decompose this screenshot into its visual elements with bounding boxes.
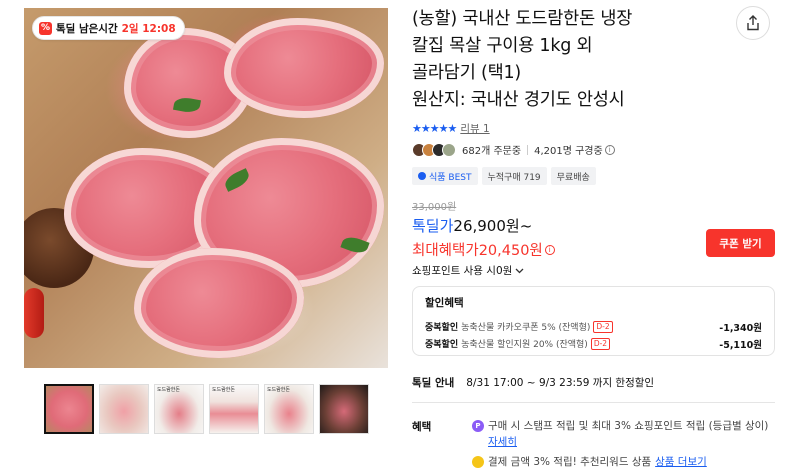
star-rating: ★★★★★ [412,122,457,135]
deal-timer-badge: % 톡딜 남은시간 2일 12:08 [32,16,185,40]
discount-name: 중복할인 [425,340,459,350]
deal-info-label: 톡딜 안내 [412,377,455,389]
review-link[interactable]: 리뷰 1 [460,121,489,136]
avatar [442,142,456,157]
thumbnail-3[interactable]: 도드람한돈 [154,384,204,434]
tag-label: 식품 BEST [429,172,472,183]
deal-timer-value: 2일 12:08 [121,22,176,35]
stats-row: 682개 주문중 4,201명 구경중 i [412,142,615,157]
viewer-count: 4,201명 구경중 [534,146,603,157]
coin-icon [472,455,484,468]
tag-label: 무료배송 [556,172,590,183]
product-origin: 원산지: 국내산 경기도 안성시 [412,90,625,110]
benefit-text: 결제 금액 3% 적립! 추천리워드 상품 [488,456,652,468]
discount-row: 중복할인 농축산물 할인지원 20% (잔액형) D-2 -5,110원 [425,335,762,352]
order-count: 682개 주문중 [462,146,522,157]
detail-link[interactable]: 자세히 [488,436,517,448]
buyer-avatars [412,142,456,157]
product-main-image [24,8,388,368]
tag-cumulative-purchase: 누적구매 719 [481,167,547,185]
rating-row: ★★★★★ 리뷰 1 [412,121,490,136]
points-text: 쇼핑포인트 사용 시0원 [412,265,513,277]
discount-row: 중복할인 농축산물 카카오쿠폰 5% (잔액형) D-2 -1,340원 [425,318,762,335]
point-icon: P [472,420,484,432]
product-title: (농할) 국내산 도드람한돈 냉장 칼집 목살 구이용 1kg 외 골라담기 (… [412,6,712,114]
share-button[interactable] [736,6,770,40]
thumbnail-2[interactable] [99,384,149,434]
discount-name: 중복할인 [425,323,459,333]
chevron-down-icon [515,268,524,273]
share-icon [747,15,759,31]
thumbnail-1[interactable] [44,384,94,434]
thumbnail-5[interactable]: 도드람한돈 [264,384,314,434]
discount-box: 할인혜택 중복할인 농축산물 카카오쿠폰 5% (잔액형) D-2 -1,340… [412,286,775,356]
benefit-reward: 결제 금액 3% 적립! 추천리워드 상품 상품 더보기 [472,454,707,469]
discount-desc: 농축산물 할인지원 20% (잔액형) [461,340,588,350]
thumbnail-strip: 도드람한돈 도드람한돈 도드람한돈 [44,384,369,434]
thumbnail-caption: 도드람한돈 [157,387,181,393]
pepper-decoration [24,288,44,338]
benefit-stamp-points: P 구매 시 스탬프 적립 및 최대 3% 쇼핑포인트 적립 (등급별 상이) … [472,418,773,450]
tag-food-best[interactable]: 식품 BEST [412,167,478,185]
more-products-link[interactable]: 상품 더보기 [655,454,707,469]
divider [527,144,529,155]
benefit-text: 구매 시 스탬프 적립 및 최대 3% 쇼핑포인트 적립 (등급별 상이) [488,420,769,432]
coupon-button[interactable]: 쿠폰 받기 [706,229,775,257]
product-title-line: (농할) 국내산 도드람한돈 냉장 [412,9,633,29]
deal-price-value: 26,900원~ [453,217,533,235]
tag-free-shipping: 무료배송 [550,167,596,185]
d-day-badge: D-2 [590,337,611,350]
discount-amount: -5,110원 [719,339,762,351]
discount-desc: 농축산물 카카오쿠폰 5% (잔액형) [461,323,591,333]
product-title-line: 골라담기 (택1) [412,63,522,83]
thumbnail-4[interactable]: 도드람한돈 [209,384,259,434]
info-icon[interactable]: i [604,144,615,155]
discount-amount: -1,340원 [719,322,762,334]
discount-heading: 할인혜택 [425,297,464,309]
max-benefit-price: 최대혜택가20,450원 i [412,239,555,260]
thumbnail-6[interactable] [319,384,369,434]
section-divider [412,402,775,403]
points-selector[interactable]: 쇼핑포인트 사용 시0원 [412,263,524,278]
best-icon [418,172,426,180]
deal-price-label: 톡딜가 [412,217,454,235]
meat-slice [224,18,384,118]
deal-timer-label: 톡딜 남은시간 [56,22,118,35]
meat-slice [134,248,304,358]
d-day-badge: D-2 [593,320,613,333]
original-price: 33,000원 [412,202,457,213]
deal-price: 톡딜가26,900원~ [412,215,532,236]
tag-label: 누적구매 719 [487,172,541,183]
product-title-line: 칼집 목살 구이용 1kg 외 [412,36,593,56]
max-benefit-text: 최대혜택가20,450원 [412,243,543,259]
benefit-label: 혜택 [412,421,432,433]
tag-list: 식품 BEST 누적구매 719 무료배송 [412,167,596,185]
deal-info: 톡딜 안내 8/31 17:00 ~ 9/3 23:59 까지 한정할인 [412,375,654,390]
thumbnail-caption: 도드람한돈 [267,387,291,393]
thumbnail-caption: 도드람한돈 [212,387,236,393]
deal-info-value: 8/31 17:00 ~ 9/3 23:59 까지 한정할인 [466,377,655,389]
info-icon[interactable]: i [544,244,555,255]
percent-icon: % [39,21,52,35]
